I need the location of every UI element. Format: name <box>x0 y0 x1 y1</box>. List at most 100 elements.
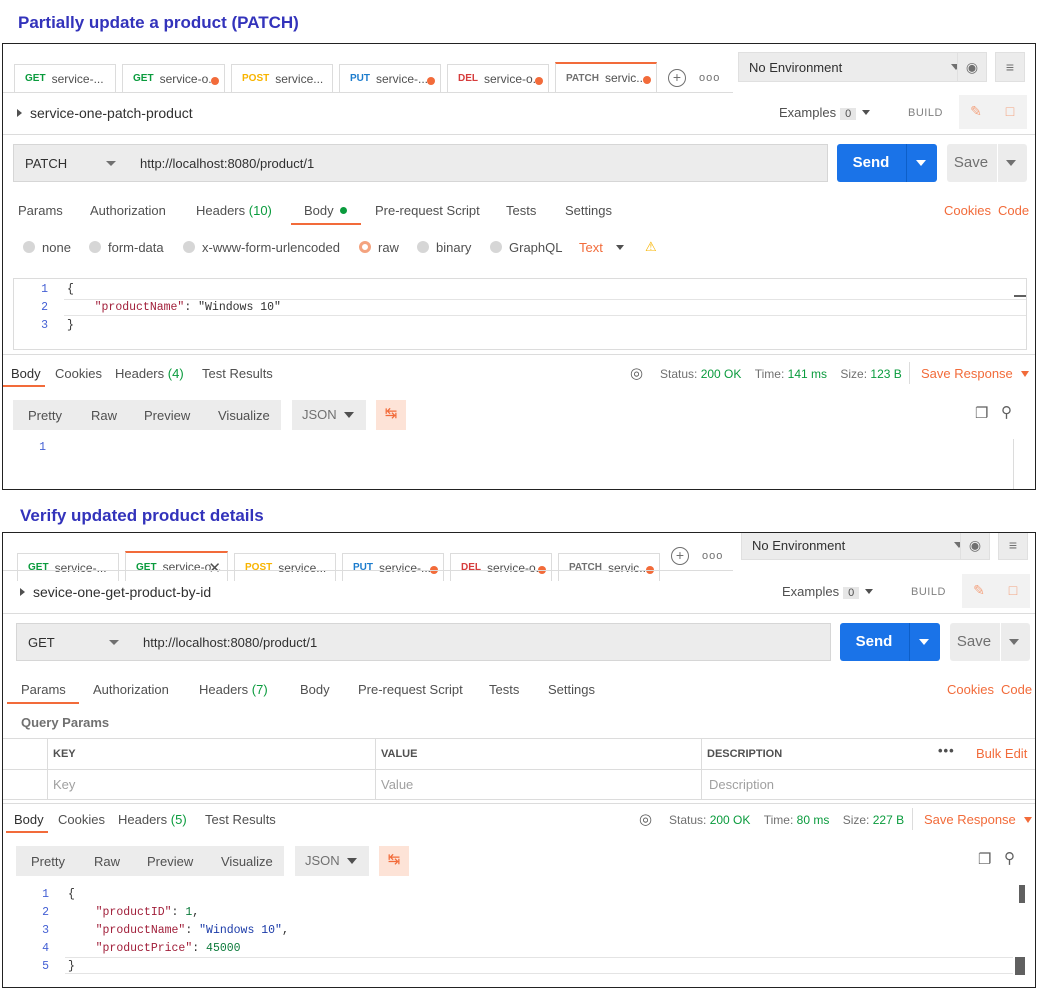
request-tab[interactable]: PUT service-... <box>339 64 441 92</box>
save-button[interactable]: Save <box>950 623 1030 661</box>
globe-icon[interactable]: ◎ <box>630 364 643 382</box>
view-visualize[interactable]: Visualize <box>221 854 273 869</box>
examples-dropdown[interactable]: Examples 0 <box>782 584 874 599</box>
more-icon[interactable]: ooo <box>699 72 720 84</box>
search-icon[interactable]: ⚲ <box>1001 403 1012 421</box>
request-tab[interactable]: POST service... <box>231 64 333 92</box>
view-raw[interactable]: Raw <box>94 854 120 869</box>
url-input[interactable]: http://localhost:8080/product/1 <box>128 144 828 182</box>
radio-none[interactable]: none <box>23 240 71 255</box>
request-name[interactable]: service-one-patch-product <box>17 105 193 121</box>
tab-headers[interactable]: Headers (7) <box>199 682 268 697</box>
build-label[interactable]: BUILD <box>908 107 943 119</box>
request-tab[interactable]: PATCH servic... <box>558 553 660 581</box>
globe-icon[interactable]: ◎ <box>639 810 652 828</box>
more-icon[interactable]: ooo <box>702 550 723 562</box>
tab-tests[interactable]: Tests <box>489 682 519 697</box>
tab-params[interactable]: Params <box>18 203 63 218</box>
search-icon[interactable]: ⚲ <box>1004 849 1015 867</box>
view-preview[interactable]: Preview <box>144 408 190 423</box>
request-tab[interactable]: DEL service-o... <box>450 553 552 581</box>
send-button[interactable]: Send <box>837 144 937 182</box>
response-tab-cookies[interactable]: Cookies <box>55 366 102 381</box>
response-tab-headers[interactable]: Headers (4) <box>115 366 184 381</box>
request-tab[interactable]: PUT service-... <box>342 553 444 581</box>
view-raw[interactable]: Raw <box>91 408 117 423</box>
request-tab-active[interactable]: PATCH servic... <box>555 62 657 92</box>
plus-circle-icon[interactable]: + <box>668 69 686 87</box>
tab-authorization[interactable]: Authorization <box>90 203 166 218</box>
comment-icon[interactable]: □ <box>993 95 1027 129</box>
examples-dropdown[interactable]: Examples 0 <box>779 105 871 120</box>
sliders-icon[interactable]: ≡ <box>998 533 1028 560</box>
tab-tests[interactable]: Tests <box>506 203 536 218</box>
cookies-link[interactable]: Cookies <box>947 682 994 697</box>
body-format-select[interactable]: Text <box>579 240 625 255</box>
request-tab[interactable]: GET service-... <box>17 553 119 581</box>
edit-icon[interactable]: ✎ <box>962 574 996 608</box>
environment-select[interactable]: No Environment <box>741 533 977 560</box>
save-response-button[interactable]: Save Response <box>924 812 1032 827</box>
radio-form-data[interactable]: form-data <box>89 240 164 255</box>
radio-raw[interactable]: raw <box>359 240 399 255</box>
value-input[interactable]: Value <box>381 777 413 792</box>
view-preview[interactable]: Preview <box>147 854 193 869</box>
chevron-down-icon[interactable] <box>919 639 929 645</box>
scrollbar[interactable] <box>1019 885 1025 903</box>
radio-graphql[interactable]: GraphQL <box>490 240 562 255</box>
eye-icon[interactable]: ◉ <box>957 52 987 82</box>
warning-icon[interactable]: ⚠ <box>645 239 657 255</box>
edit-icon[interactable]: ✎ <box>959 95 993 129</box>
more-icon[interactable]: ••• <box>938 743 955 758</box>
tab-params[interactable]: Params <box>21 682 66 697</box>
plus-circle-icon[interactable]: + <box>671 547 689 565</box>
close-icon[interactable]: ✕ <box>208 559 221 577</box>
view-pretty[interactable]: Pretty <box>28 408 62 423</box>
save-response-button[interactable]: Save Response <box>921 366 1029 381</box>
environment-select[interactable]: No Environment <box>738 52 974 82</box>
chevron-down-icon[interactable] <box>1006 160 1016 166</box>
view-visualize[interactable]: Visualize <box>218 408 270 423</box>
build-label[interactable]: BUILD <box>911 586 946 598</box>
wrap-icon[interactable]: ↹ <box>376 400 406 430</box>
scrollbar[interactable] <box>1014 295 1026 297</box>
tab-body[interactable]: Body <box>304 203 348 218</box>
scrollbar[interactable] <box>1015 957 1025 975</box>
radio-x-www-form-urlencoded[interactable]: x-www-form-urlencoded <box>183 240 340 255</box>
copy-icon[interactable]: ❐ <box>978 850 991 868</box>
chevron-down-icon[interactable] <box>1009 639 1019 645</box>
response-tab-test-results[interactable]: Test Results <box>205 812 276 827</box>
format-select[interactable]: JSON <box>295 846 369 876</box>
request-tab[interactable]: DEL service-o... <box>447 64 549 92</box>
key-input[interactable]: Key <box>53 777 75 792</box>
eye-icon[interactable]: ◉ <box>960 533 990 560</box>
send-button[interactable]: Send <box>840 623 940 661</box>
method-select[interactable]: PATCH <box>13 144 129 182</box>
tab-body[interactable]: Body <box>300 682 330 697</box>
response-tab-cookies[interactable]: Cookies <box>58 812 105 827</box>
request-tab-active[interactable]: GET service-o... ✕ <box>125 551 228 581</box>
request-name[interactable]: sevice-one-get-product-by-id <box>20 584 211 600</box>
tab-prerequest-script[interactable]: Pre-request Script <box>375 203 480 218</box>
response-tab-headers[interactable]: Headers (5) <box>118 812 187 827</box>
tab-prerequest-script[interactable]: Pre-request Script <box>358 682 463 697</box>
description-input[interactable]: Description <box>709 777 774 792</box>
tab-settings[interactable]: Settings <box>565 203 612 218</box>
request-tab[interactable]: POST service... <box>234 553 336 581</box>
wrap-icon[interactable]: ↹ <box>379 846 409 876</box>
view-pretty[interactable]: Pretty <box>31 854 65 869</box>
copy-icon[interactable]: ❐ <box>975 404 988 422</box>
response-tab-body[interactable]: Body <box>11 366 41 381</box>
sliders-icon[interactable]: ≡ <box>995 52 1025 82</box>
bulk-edit-link[interactable]: Bulk Edit <box>976 746 1027 761</box>
request-tab[interactable]: GET service-o... <box>122 64 225 92</box>
save-button[interactable]: Save <box>947 144 1027 182</box>
response-tab-test-results[interactable]: Test Results <box>202 366 273 381</box>
tab-authorization[interactable]: Authorization <box>93 682 169 697</box>
url-input[interactable]: http://localhost:8080/product/1 <box>131 623 831 661</box>
chevron-down-icon[interactable] <box>916 160 926 166</box>
tab-settings[interactable]: Settings <box>548 682 595 697</box>
code-link[interactable]: Code <box>1001 682 1032 697</box>
request-tab[interactable]: GET service-... <box>14 64 116 92</box>
method-select[interactable]: GET <box>16 623 132 661</box>
